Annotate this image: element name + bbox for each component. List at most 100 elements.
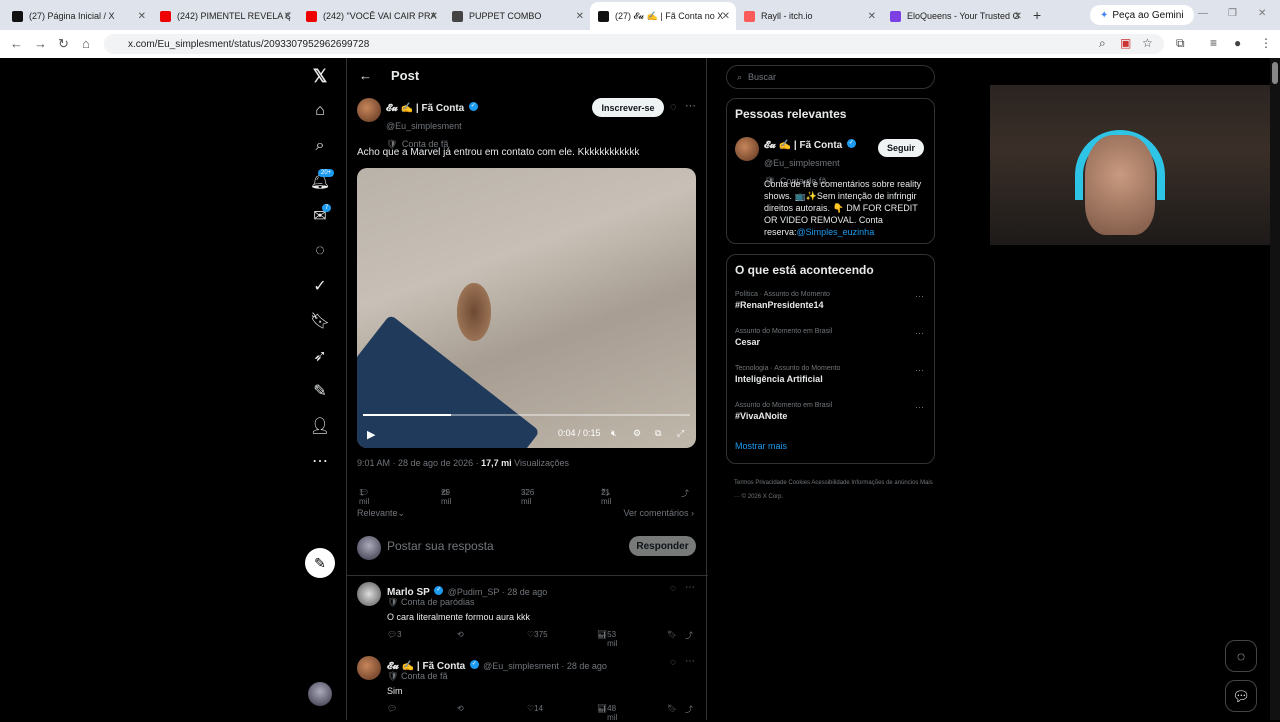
notifications-icon[interactable]: 🔔︎ 20+ [308,169,335,193]
grok-float-button[interactable]: ◌ [1225,640,1257,672]
video-player[interactable]: ▶ 0:04 / 0:15 🔇︎ ⚙ ⧉ ⤢ [357,168,696,448]
mute-icon[interactable]: 🔇︎ [611,428,617,439]
commenter-avatar[interactable] [357,656,381,680]
trend-item[interactable]: Tecnologia · Assunto do Momento Inteligên… [735,365,928,384]
reply-input[interactable]: Postar sua resposta [387,539,494,553]
reply-icon[interactable]: 💬︎ [387,704,397,713]
commenter-handle[interactable]: @Eu_simplesment · 28 de ago [483,661,607,671]
bio-link[interactable]: @Simples_euzinha [797,227,875,237]
tab-eloqueens[interactable]: EloQueens - Your Trusted G ✕ [882,4,1028,28]
extensions-icon[interactable]: ⧉ [1176,36,1185,51]
compose-post-button[interactable]: ✎ [305,548,335,578]
more-options-icon[interactable]: ⋯ [685,656,695,667]
author-handle[interactable]: @Eu_simplesment [386,121,462,131]
share-icon[interactable]: ⤴ [685,704,693,715]
close-icon[interactable]: ✕ [430,11,438,22]
tab-youtube-2[interactable]: (242) "VOCÊ VAI CAIR PRA ✕ [298,4,444,28]
trend-item[interactable]: Política · Assunto do Momento #RenanPresi… [735,291,928,310]
bookmarks-icon[interactable]: 🔖︎ [308,309,332,333]
settings-icon[interactable]: ⚙ [633,428,641,439]
views-action[interactable]: 📊︎ 48 mil [597,704,617,722]
cast-icon[interactable]: ▣ [1120,36,1131,50]
follow-button[interactable]: Seguir [878,139,924,157]
share-icon[interactable]: ⤴ [681,488,689,499]
author-name[interactable]: 𝓔𝓾 ✍️ | Fã Conta [386,103,464,114]
back-arrow-icon[interactable]: ← [359,68,372,83]
tab-youtube-1[interactable]: (242) PIMENTEL REVELA QU ✕ [152,4,298,28]
comment-item[interactable]: 𝓔𝓾 ✍️ | Fã Conta ✓ @Eu_simplesment · 28 … [347,656,708,722]
minimize-icon[interactable]: — [1198,8,1208,19]
close-icon[interactable]: ✕ [1014,11,1022,22]
messages-icon[interactable]: ✉ 7 [308,204,332,228]
more-icon[interactable]: ⋯ [308,449,332,473]
home-icon[interactable]: ⌂ [82,36,90,51]
play-icon[interactable]: ▶ [367,428,375,441]
person-name[interactable]: 𝓔𝓾 ✍️ | Fã Conta [764,140,842,151]
repost-icon[interactable]: ⟲ [457,630,464,639]
grok-icon[interactable]: ◌ [670,657,676,668]
messages-float-button[interactable]: 💬︎ [1225,680,1257,712]
reply-button[interactable]: Responder [629,536,696,556]
bookmark-icon[interactable]: 🔖︎ [667,704,677,713]
explore-icon[interactable]: ⌕ [308,134,332,158]
communities-icon[interactable]: ✓ [308,274,332,298]
share-icon[interactable]: ⤴ [685,630,693,641]
premium-icon[interactable]: ➶ [308,344,332,368]
tab-active-post[interactable]: (27) 𝓔𝓾 ✍️ | Fã Conta no X ✕ [590,2,736,30]
zoom-icon[interactable]: ⌕ [1099,36,1106,51]
tab-search-icon[interactable]: ≡ [1210,36,1217,50]
person-avatar[interactable] [735,137,759,161]
subscribe-button[interactable]: Inscrever-se [592,98,664,117]
pip-icon[interactable]: ⧉ [655,428,661,439]
grok-icon[interactable]: ◌ [308,239,332,263]
url-bar[interactable]: x.com/Eu_simplesment/status/209330795296… [104,34,1164,54]
reload-icon[interactable]: ↻ [58,36,69,52]
video-progress-bar[interactable] [363,414,690,416]
reply-action[interactable]: 💬︎ 3 [387,630,402,639]
like-action[interactable]: ♡ 14 [527,704,543,713]
more-options-icon[interactable]: ⋯ [685,99,696,112]
close-icon[interactable]: ✕ [138,11,146,22]
views-action[interactable]: 📊︎ 53 mil [597,630,617,648]
lists-icon[interactable]: ✎ [308,379,332,403]
close-icon[interactable]: ✕ [284,11,292,22]
account-avatar[interactable] [308,682,332,706]
repost-icon[interactable]: ⟲ [457,704,464,713]
commenter-avatar[interactable] [357,582,381,606]
window-close-icon[interactable]: ✕ [1258,8,1266,19]
home-icon[interactable]: ⌂ [308,99,332,123]
commenter-handle[interactable]: @Pudim_SP · 28 de ago [448,587,548,597]
forward-icon[interactable]: → [34,36,47,51]
new-tab-button[interactable]: + [1033,7,1041,23]
bookmark-icon[interactable]: 🔖︎ [667,630,677,639]
tab-puppet-combo[interactable]: PUPPET COMBO ✕ [444,4,590,28]
grok-icon[interactable]: ◌ [670,101,677,113]
gemini-button[interactable]: ✦ Peça ao Gemini [1090,5,1194,25]
more-options-icon[interactable]: ⋯ [915,328,924,339]
menu-icon[interactable]: ⋮ [1260,36,1272,50]
more-options-icon[interactable]: ⋯ [915,291,924,302]
bookmark-star-icon[interactable]: ☆ [1142,36,1153,50]
tab-itch[interactable]: Rayll - itch.io ✕ [736,4,882,28]
x-logo-icon[interactable]: 𝕏 [308,64,332,88]
footer-links[interactable]: Termos Privacidade Cookies Acessibilidad… [734,476,934,504]
person-handle[interactable]: @Eu_simplesment [764,158,840,168]
more-options-icon[interactable]: ⋯ [915,365,924,376]
grok-icon[interactable]: ◌ [670,583,676,594]
page-scrollbar[interactable] [1270,58,1280,720]
comment-item[interactable]: Marlo SP ✓ @Pudim_SP · 28 de ago 🛡︎ Cont… [347,582,708,652]
show-more-link[interactable]: Mostrar mais [735,441,787,451]
trend-item[interactable]: Assunto do Momento em Brasil #VivaANoite ⋯ [735,402,928,421]
fullscreen-icon[interactable]: ⤢ [677,428,684,439]
close-icon[interactable]: ✕ [722,11,730,22]
profile-icon[interactable]: 👤︎ [308,414,332,438]
author-avatar[interactable] [357,98,381,122]
scrollbar-thumb[interactable] [1272,62,1278,84]
close-icon[interactable]: ✕ [868,11,876,22]
sort-relevance-dropdown[interactable]: Relevante⌄ [357,508,405,519]
more-options-icon[interactable]: ⋯ [685,582,695,593]
post-timestamp[interactable]: 9:01 AM · 28 de ago de 2026 · [357,458,479,468]
close-icon[interactable]: ✕ [576,11,584,22]
back-icon[interactable]: ← [10,36,23,51]
more-options-icon[interactable]: ⋯ [915,402,924,413]
